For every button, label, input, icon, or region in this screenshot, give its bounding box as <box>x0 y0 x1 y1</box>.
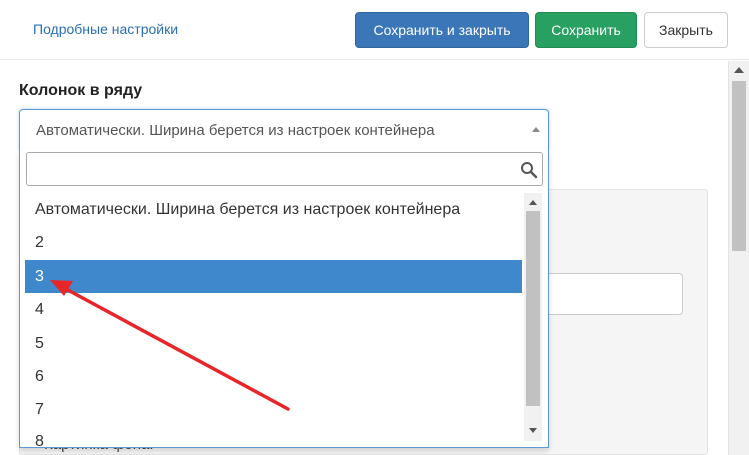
dropdown-search-input[interactable] <box>27 153 517 185</box>
select-current-value: Автоматически. Ширина берется из настрое… <box>36 122 435 139</box>
columns-per-row-label: Колонок в ряду <box>19 82 143 99</box>
option-8[interactable]: 8 <box>25 425 522 447</box>
columns-dropdown: Автоматически. Ширина берется из настрое… <box>19 149 549 448</box>
search-icon <box>521 162 538 179</box>
chevron-up-icon <box>532 127 540 132</box>
advanced-settings-link[interactable]: Подробные настройки <box>33 21 178 37</box>
dropdown-scrollbar[interactable] <box>524 193 542 441</box>
columns-select[interactable]: Автоматически. Ширина берется из настрое… <box>19 109 549 150</box>
save-and-close-button[interactable]: Сохранить и закрыть <box>355 12 529 48</box>
toolbar: Подробные настройки Сохранить и закрыть … <box>0 0 749 60</box>
dropdown-search <box>26 152 543 186</box>
option-auto[interactable]: Автоматически. Ширина берется из настрое… <box>25 193 522 226</box>
option-3[interactable]: 3 <box>25 260 522 293</box>
option-5[interactable]: 5 <box>25 327 522 360</box>
dropdown-scroll-thumb[interactable] <box>526 211 540 406</box>
option-4[interactable]: 4 <box>25 293 522 326</box>
background-input[interactable] <box>540 273 683 315</box>
scroll-down-icon[interactable] <box>529 428 537 433</box>
close-button[interactable]: Закрыть <box>644 12 728 48</box>
option-7[interactable]: 7 <box>25 393 522 426</box>
scroll-up-icon[interactable] <box>734 67 744 73</box>
options-list: Автоматически. Ширина берется из настрое… <box>25 193 522 447</box>
page-scrollbar[interactable] <box>728 61 749 455</box>
save-button[interactable]: Сохранить <box>535 12 637 48</box>
scroll-up-icon[interactable] <box>529 200 537 205</box>
page-scroll-thumb[interactable] <box>732 81 746 251</box>
option-2[interactable]: 2 <box>25 226 522 259</box>
option-6[interactable]: 6 <box>25 360 522 393</box>
